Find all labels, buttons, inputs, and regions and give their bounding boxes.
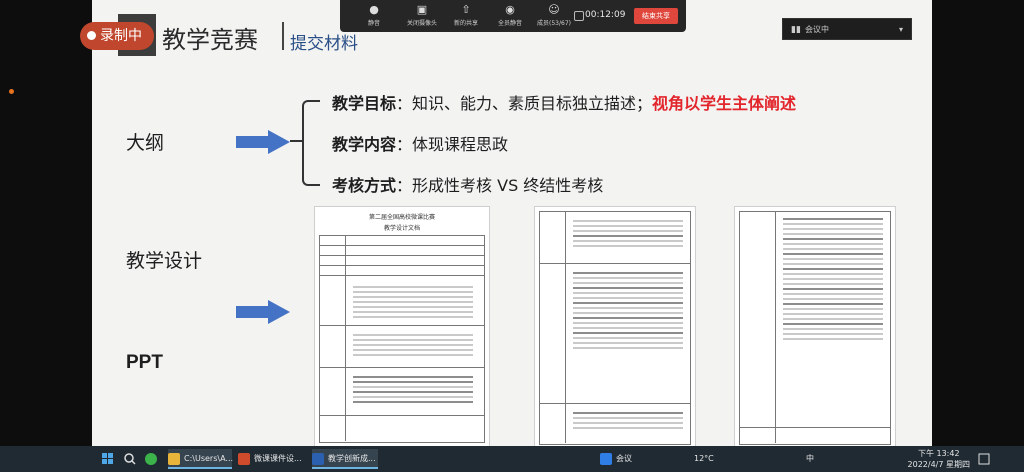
label-ppt: PPT: [126, 352, 163, 373]
camera-icon: ▣: [416, 3, 428, 16]
brace: [302, 100, 320, 186]
taskbar-item-word[interactable]: 教学创新成...: [312, 449, 378, 469]
meeting-status-label: 会议中: [805, 25, 829, 34]
mute-button[interactable]: ● 静音: [354, 0, 394, 32]
taskbar-item-ppt[interactable]: 微课课件设...: [238, 449, 306, 469]
document-page-1: 第二届全国高校微课比赛 教学设计文档: [314, 206, 490, 446]
signal-bars-icon: ▮▮: [791, 25, 801, 35]
label-teaching-design: 教学设计: [126, 250, 203, 272]
mute-all-button[interactable]: ◉ 全员静音: [490, 0, 530, 32]
members-icon: ☺: [548, 3, 560, 16]
folder-icon: [168, 452, 180, 465]
taskbar-item-meeting[interactable]: 会议: [600, 449, 660, 469]
powerpoint-icon: [238, 452, 250, 465]
point-teaching-content: 教学内容：体现课程思政: [332, 135, 509, 154]
title-divider: [282, 22, 284, 50]
meeting-status-panel[interactable]: ▮▮ 会议中 ▾: [782, 18, 912, 40]
new-share-button[interactable]: ⇧ 新的共享: [446, 0, 486, 32]
doc-subtitle: 教学设计文档: [383, 225, 420, 232]
end-share-button[interactable]: 结束共享: [634, 8, 678, 24]
point-teaching-goal: 教学目标：知识、能力、素质目标独立描述；视角以学生主体阐述: [332, 94, 797, 113]
taskbar-item-explorer[interactable]: C:\Users\A...: [168, 449, 233, 469]
meeting-app-icon: [600, 452, 612, 465]
windows-taskbar: C:\Users\A... 微课课件设... 教学创新成... 会议 12°C …: [0, 446, 1024, 472]
weather-widget[interactable]: 12°C: [694, 449, 714, 469]
document-page-2: [534, 206, 696, 446]
document-page-3: [734, 206, 896, 446]
windows-start-icon[interactable]: [102, 453, 114, 465]
meeting-timer: 00:12:09: [585, 10, 626, 20]
arrow-right-icon: [236, 300, 290, 324]
search-icon[interactable]: [124, 453, 136, 465]
shared-slide: 大纲 教学设计 PPT 教学目标：知识、能力、素质目标独立描述；视角以学生主体阐…: [92, 0, 932, 446]
input-language[interactable]: 中: [806, 449, 814, 469]
mic-icon: ●: [369, 3, 379, 16]
point-assessment: 考核方式：形成性考核 VS 终结性考核: [332, 176, 604, 195]
left-letterbox: [0, 0, 92, 446]
system-clock[interactable]: 下午 13:42 2022/4/7 星期四: [908, 448, 970, 470]
app-icon[interactable]: [145, 453, 157, 465]
label-outline: 大纲: [126, 132, 165, 154]
doc-title: 第二届全国高校微课比赛: [368, 214, 435, 221]
slide-title: 教学竞赛: [162, 26, 258, 54]
recording-label: 录制中: [100, 28, 142, 44]
arrow-right-icon: [236, 130, 290, 154]
record-dot-icon: [87, 31, 96, 40]
brace-tick: [290, 140, 302, 142]
word-icon: [312, 452, 324, 465]
recording-badge[interactable]: 录制中: [80, 22, 154, 50]
notification-icon[interactable]: [978, 453, 990, 465]
right-letterbox: [932, 0, 1024, 446]
chevron-down-icon: ▾: [898, 25, 903, 34]
status-dot: [9, 89, 14, 94]
mute-all-icon: ◉: [505, 3, 515, 16]
timer-icon: [574, 11, 584, 21]
camera-off-button[interactable]: ▣ 关闭摄像头: [398, 0, 446, 32]
share-icon: ⇧: [461, 3, 471, 16]
members-button[interactable]: ☺ 成员(53/67): [532, 0, 576, 32]
slide-subtitle: 提交材料: [290, 34, 358, 54]
